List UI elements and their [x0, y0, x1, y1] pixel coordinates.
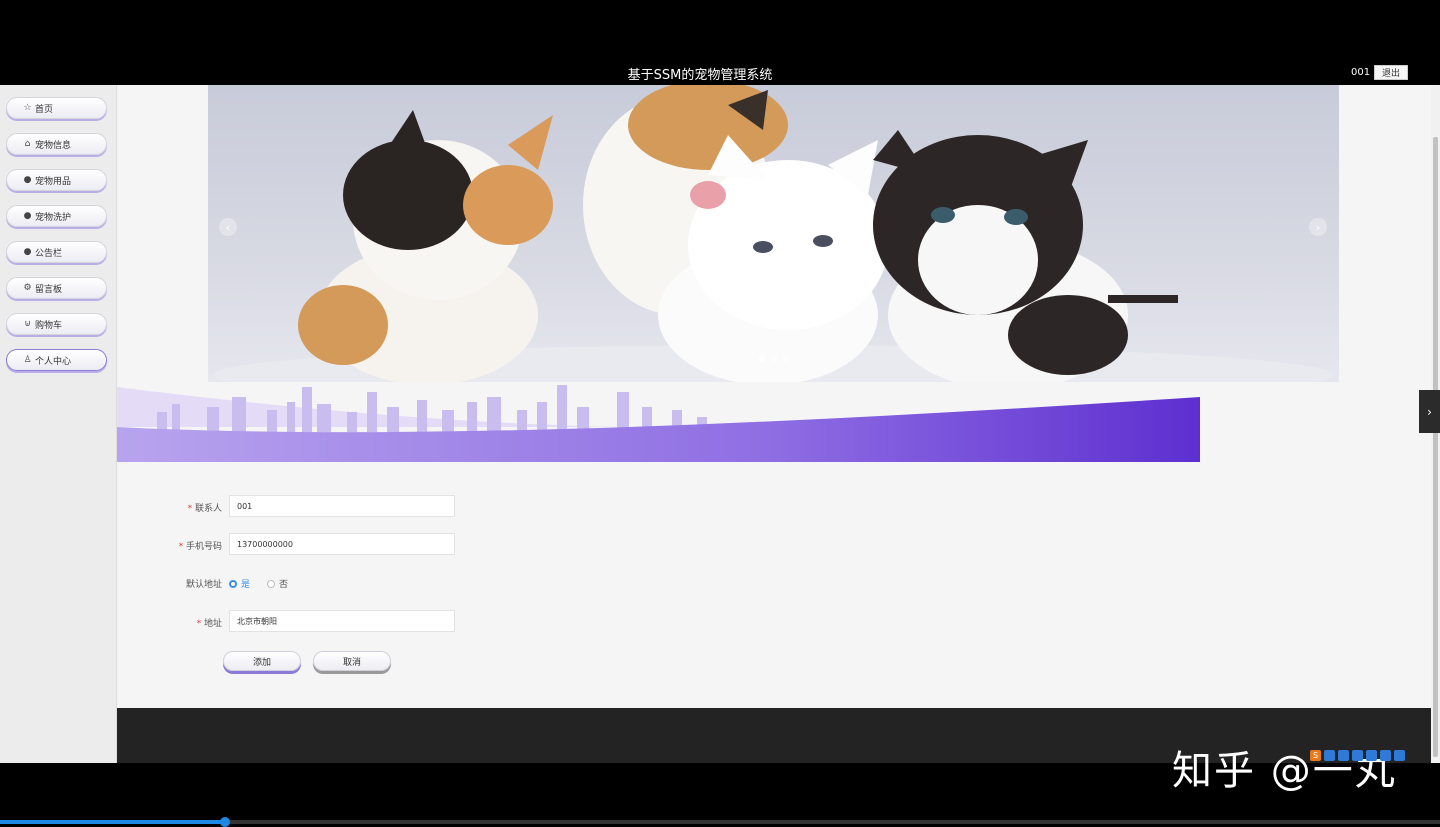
- sogou-icon: S: [1310, 749, 1321, 761]
- skin-icon: [1380, 749, 1391, 761]
- sidebar-item-label: 宠物信息: [35, 140, 72, 151]
- moon-icon: [1338, 749, 1349, 761]
- sidebar: ☆ 首页 ⌂ 宠物信息 ● 宠物用品 ● 宠物洗护 ● 公告栏 ⚙ 留言板 ⊍ …: [0, 85, 117, 763]
- sidebar-item-notices[interactable]: ● 公告栏: [6, 241, 107, 263]
- cancel-button[interactable]: 取消: [313, 651, 391, 671]
- default-yes-radio[interactable]: 是: [229, 577, 250, 590]
- purple-city-banner: [117, 385, 1200, 462]
- contact-row: * 联系人 001: [117, 495, 457, 517]
- carousel-next-button[interactable]: ›: [1309, 218, 1327, 236]
- progress-fill: [0, 820, 227, 824]
- keyboard-icon: [1366, 749, 1377, 761]
- sidebar-item-label: 个人中心: [35, 356, 72, 367]
- sidebar-item-label: 宠物洗护: [35, 212, 72, 223]
- sidebar-item-message-board[interactable]: ⚙ 留言板: [6, 277, 107, 299]
- default-no-radio[interactable]: 否: [267, 577, 288, 590]
- carousel-prev-button[interactable]: ‹: [219, 218, 237, 236]
- sidebar-item-label: 首页: [35, 104, 54, 115]
- ime-toolbar: S: [1310, 746, 1405, 764]
- phone-input[interactable]: 13700000000: [229, 533, 455, 555]
- address-label: * 地址: [196, 619, 222, 629]
- phone-label: * 手机号码: [178, 542, 222, 552]
- video-letterbox-top: [0, 0, 1440, 60]
- carousel-dot[interactable]: [783, 356, 789, 362]
- sidebar-item-pet-supplies[interactable]: ● 宠物用品: [6, 169, 107, 191]
- question-circle-icon: ●: [23, 211, 32, 221]
- expand-panel-button[interactable]: ›: [1419, 390, 1440, 433]
- bag-icon: ⌂: [24, 139, 31, 149]
- star-icon: ☆: [23, 103, 32, 113]
- carousel-dot[interactable]: [771, 356, 777, 362]
- default-address-row: 默认地址 是 否: [117, 571, 457, 593]
- ime-icon: [1324, 749, 1335, 761]
- image-carousel[interactable]: ‹ ›: [208, 85, 1339, 382]
- sidebar-item-profile[interactable]: ♙ 个人中心: [6, 349, 107, 371]
- chevron-right-icon: ›: [1427, 404, 1432, 419]
- user-icon: ♙: [23, 355, 32, 365]
- progress-knob[interactable]: [220, 817, 230, 827]
- address-row: * 地址 北京市朝阳: [117, 610, 457, 632]
- page-title: 基于SSM的宠物管理系统: [627, 68, 773, 83]
- sidebar-item-label: 购物车: [35, 320, 63, 331]
- info-circle-icon: ●: [23, 247, 32, 257]
- gear-icon: ⚙: [23, 283, 32, 293]
- add-button[interactable]: 添加: [223, 651, 301, 671]
- content-area: ‹ › * 联系人 001 * 手机号码 13700000000 默认地址 是 …: [117, 85, 1431, 763]
- circle-icon: ●: [23, 175, 32, 185]
- sidebar-item-label: 公告栏: [35, 248, 63, 259]
- username-label: 001: [1351, 67, 1371, 78]
- sidebar-item-home[interactable]: ☆ 首页: [6, 97, 107, 119]
- contact-label: * 联系人: [187, 504, 222, 514]
- kittens-photo: [213, 85, 1333, 382]
- video-progress-bar[interactable]: [0, 817, 1440, 827]
- cart-icon: ⊍: [24, 319, 31, 329]
- sidebar-item-label: 留言板: [35, 284, 63, 295]
- sidebar-item-pet-grooming[interactable]: ● 宠物洗护: [6, 205, 107, 227]
- punctuation-icon: [1352, 749, 1363, 761]
- default-address-label: 默认地址: [185, 580, 222, 590]
- app-header: 基于SSM的宠物管理系统 001 退出: [0, 60, 1440, 85]
- phone-row: * 手机号码 13700000000: [117, 533, 457, 555]
- tools-icon: [1394, 749, 1405, 761]
- sidebar-item-cart[interactable]: ⊍ 购物车: [6, 313, 107, 335]
- main-area: ☆ 首页 ⌂ 宠物信息 ● 宠物用品 ● 宠物洗护 ● 公告栏 ⚙ 留言板 ⊍ …: [0, 85, 1431, 763]
- contact-input[interactable]: 001: [229, 495, 455, 517]
- sidebar-item-pet-info[interactable]: ⌂ 宠物信息: [6, 133, 107, 155]
- address-input[interactable]: 北京市朝阳: [229, 610, 455, 632]
- sidebar-item-label: 宠物用品: [35, 176, 72, 187]
- logout-button[interactable]: 退出: [1374, 65, 1408, 80]
- carousel-dot[interactable]: [759, 356, 765, 362]
